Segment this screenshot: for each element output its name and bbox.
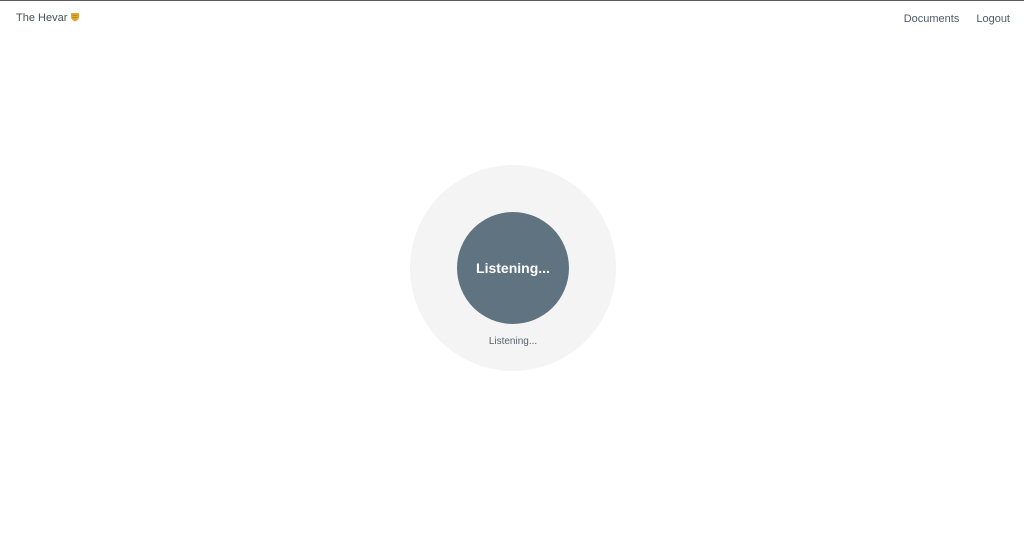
shield-icon [70, 12, 80, 22]
listening-button[interactable]: Listening... [457, 212, 569, 324]
nav-logout-link[interactable]: Logout [976, 13, 1010, 25]
status-text: Listening... [488, 336, 538, 347]
nav-documents-link[interactable]: Documents [904, 13, 960, 25]
navbar: The Hevar Documents Logout [0, 1, 1024, 37]
brand-label: The Hevar [16, 12, 68, 24]
listening-button-label: Listening... [476, 260, 550, 276]
brand-link[interactable]: The Hevar [16, 12, 80, 24]
nav-links: Documents Logout [904, 13, 1010, 25]
voice-panel: Listening... Listening... [410, 165, 616, 371]
